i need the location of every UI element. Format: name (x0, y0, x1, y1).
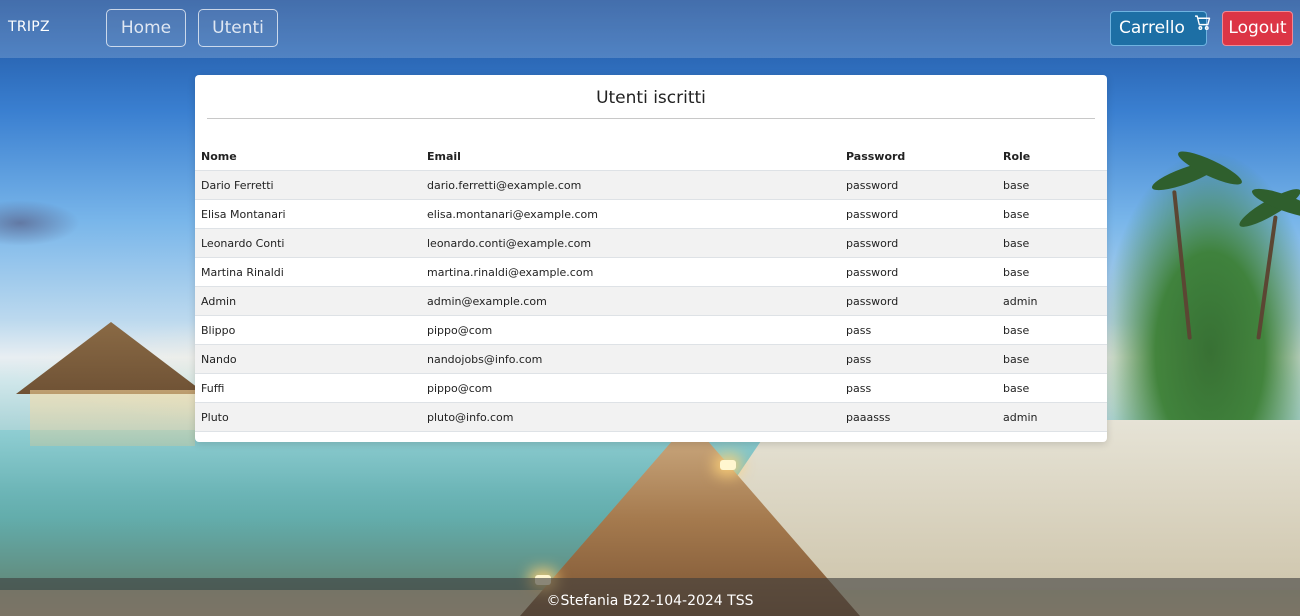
cell-password: pass (840, 315, 997, 345)
table-row: Leonardo Conti leonardo.conti@example.co… (195, 228, 1107, 258)
cell-nome: Pluto (195, 402, 421, 432)
column-header-nome: Nome (195, 142, 421, 171)
top-navbar: TRIPZ Home Utenti Carrello Logout (0, 0, 1300, 58)
cell-email: pippo@com (421, 373, 840, 403)
cell-nome: Leonardo Conti (195, 228, 421, 258)
title-divider (207, 118, 1095, 119)
utenti-button[interactable]: Utenti (198, 9, 278, 47)
footer-copyright: ©Stefania B22-104-2024 TSS (546, 593, 754, 609)
footer: ©Stefania B22-104-2024 TSS (0, 578, 1300, 616)
cell-nome: Fuffi (195, 373, 421, 403)
cell-nome: Dario Ferretti (195, 170, 421, 200)
cell-password: password (840, 199, 997, 229)
cell-role: base (997, 170, 1107, 200)
table-row: Nando nandojobs@info.com pass base (195, 344, 1107, 374)
shopping-cart-icon (1194, 10, 1211, 43)
table-row: Admin admin@example.com password admin (195, 286, 1107, 316)
table-header-row: Nome Email Password Role (195, 142, 1107, 171)
cell-password: pass (840, 373, 997, 403)
cell-password: password (840, 286, 997, 316)
cell-email: elisa.montanari@example.com (421, 199, 840, 229)
cell-password: password (840, 228, 997, 258)
page-title: Utenti iscritti (596, 88, 706, 108)
logout-button[interactable]: Logout (1222, 11, 1293, 46)
cell-password: password (840, 170, 997, 200)
cell-email: pluto@info.com (421, 402, 840, 432)
cart-button[interactable]: Carrello (1110, 11, 1211, 46)
cell-role: base (997, 199, 1107, 229)
cell-role: base (997, 344, 1107, 374)
pier-lamp (720, 460, 736, 470)
table-row: Elisa Montanari elisa.montanari@example.… (195, 199, 1107, 229)
home-button[interactable]: Home (106, 9, 186, 47)
cell-password: paaasss (840, 402, 997, 432)
cell-email: nandojobs@info.com (421, 344, 840, 374)
cell-password: password (840, 257, 997, 287)
cell-role: admin (997, 286, 1107, 316)
cell-nome: Nando (195, 344, 421, 374)
cell-nome: Elisa Montanari (195, 199, 421, 229)
cell-email: pippo@com (421, 315, 840, 345)
users-card: Utenti iscritti Nome Email Password Role… (195, 75, 1107, 442)
users-table: Nome Email Password Role Dario Ferretti … (195, 142, 1107, 432)
cell-nome: Martina Rinaldi (195, 257, 421, 287)
table-row: Fuffi pippo@com pass base (195, 373, 1107, 403)
cell-role: base (997, 373, 1107, 403)
cell-role: base (997, 228, 1107, 258)
table-row: Dario Ferretti dario.ferretti@example.co… (195, 170, 1107, 200)
cell-email: admin@example.com (421, 286, 840, 316)
column-header-password: Password (840, 142, 997, 171)
cell-email: martina.rinaldi@example.com (421, 257, 840, 287)
cell-role: admin (997, 402, 1107, 432)
cell-email: dario.ferretti@example.com (421, 170, 840, 200)
column-header-email: Email (421, 142, 840, 171)
table-row: Pluto pluto@info.com paaasss admin (195, 402, 1107, 432)
beach-hut-base (30, 390, 195, 446)
table-row: Martina Rinaldi martina.rinaldi@example.… (195, 257, 1107, 287)
column-header-role: Role (997, 142, 1107, 171)
cell-role: base (997, 315, 1107, 345)
table-row: Blippo pippo@com pass base (195, 315, 1107, 345)
cell-password: pass (840, 344, 997, 374)
cell-nome: Blippo (195, 315, 421, 345)
cloud (0, 200, 80, 246)
brand-logo[interactable]: TRIPZ (8, 19, 50, 35)
cart-button-label: Carrello (1119, 18, 1185, 38)
cell-email: leonardo.conti@example.com (421, 228, 840, 258)
cell-role: base (997, 257, 1107, 287)
cell-nome: Admin (195, 286, 421, 316)
